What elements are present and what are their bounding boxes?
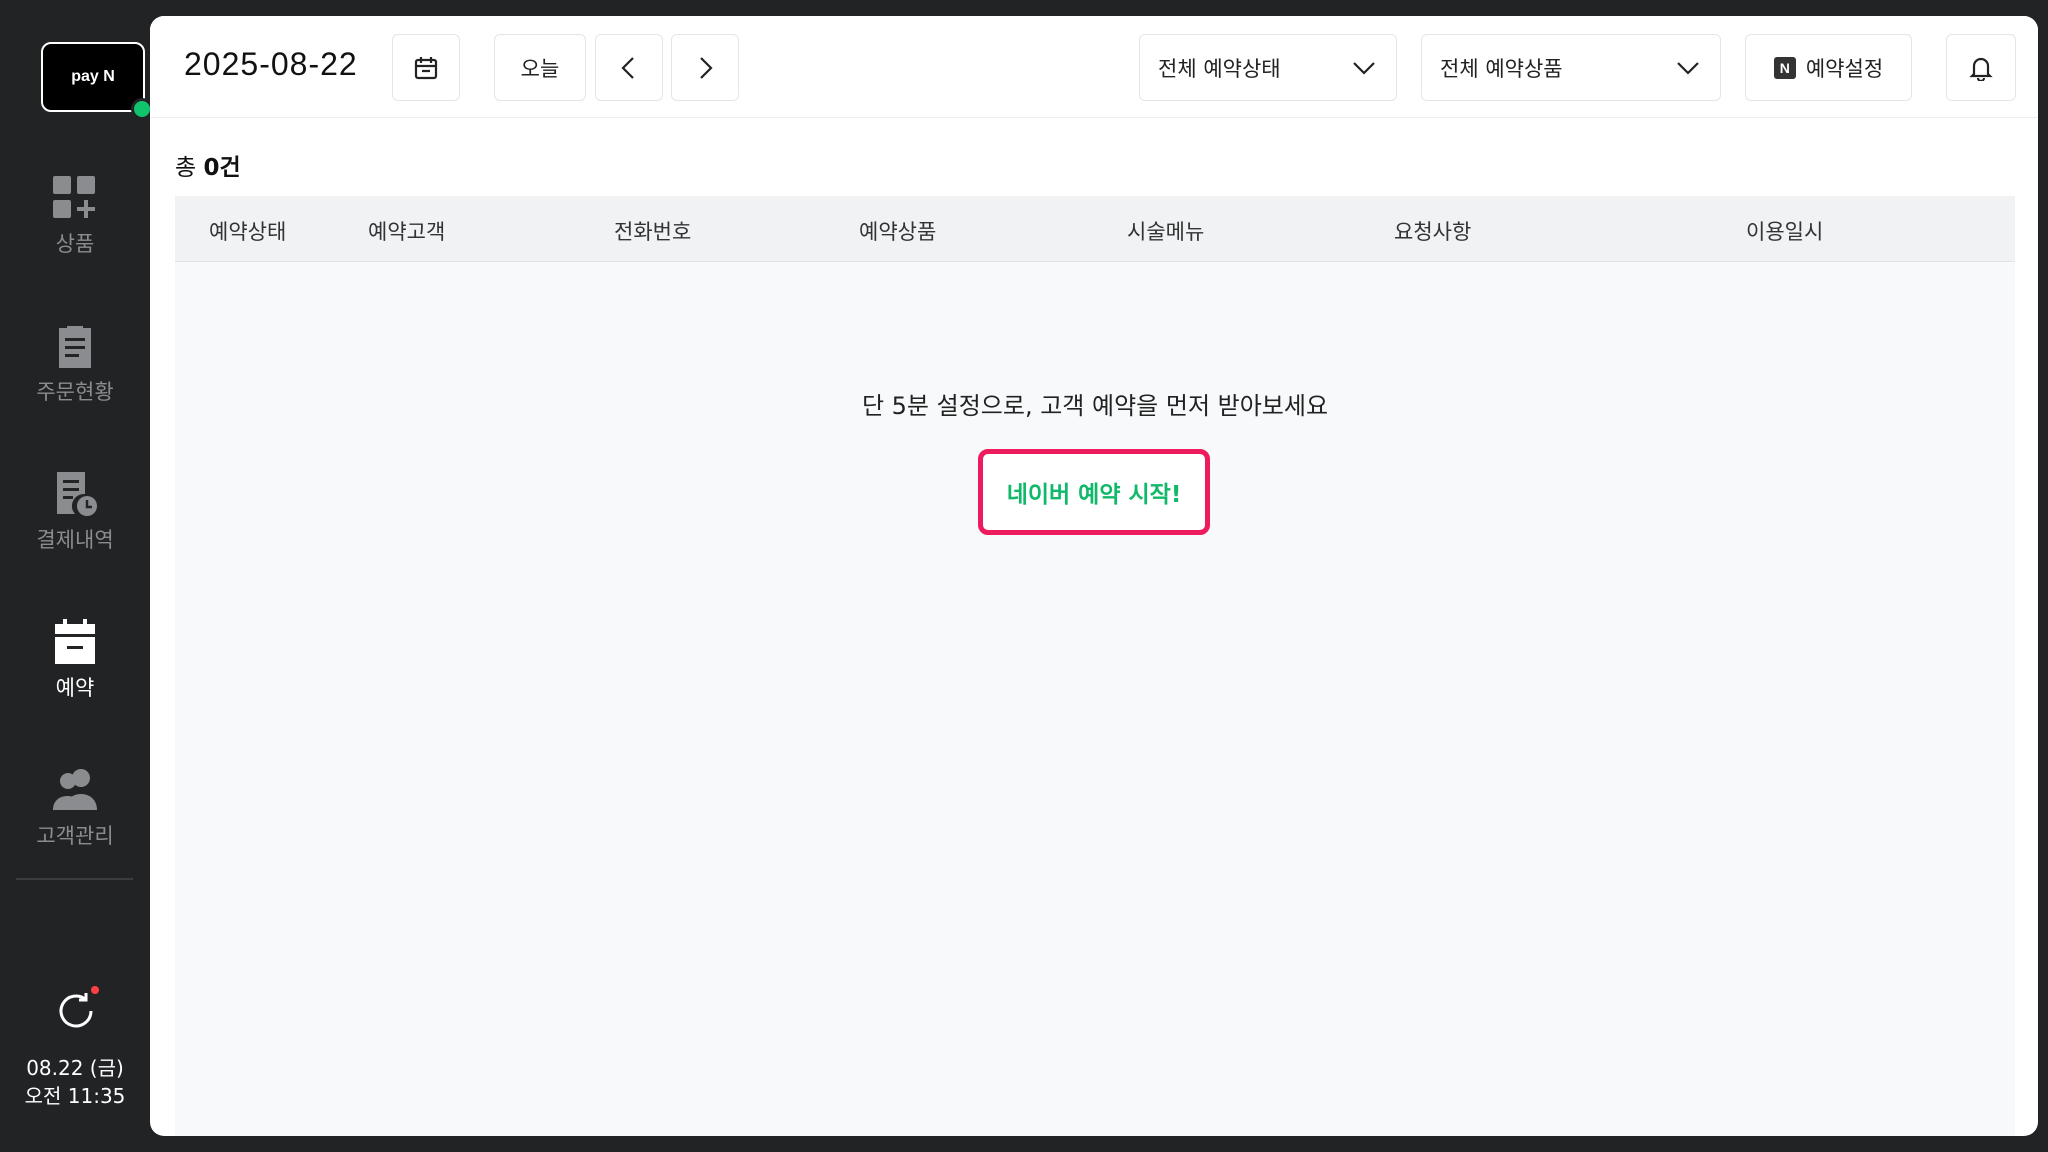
column-header: 예약상태 (209, 220, 287, 244)
sidebar-item-label: 결제내역 (36, 528, 114, 552)
column-header: 예약상품 (859, 220, 937, 244)
status-filter-select[interactable]: 전체 예약상태 (1139, 34, 1397, 101)
sidebar-divider (16, 878, 133, 880)
column-header: 요청사항 (1394, 220, 1472, 244)
calendar-icon (55, 619, 95, 664)
receipt-clock-icon (57, 472, 97, 516)
total-count: 총 0건 (175, 148, 241, 182)
chevron-down-icon (1677, 61, 1699, 75)
calendar-picker-button[interactable] (392, 34, 460, 101)
users-icon (53, 769, 97, 810)
total-prefix: 총 (175, 155, 197, 181)
total-count-value: 0건 (203, 155, 241, 181)
column-header: 예약고객 (368, 220, 446, 244)
refresh-icon (59, 993, 93, 1028)
empty-state-message: 단 5분 설정으로, 고객 예약을 먼저 받아보세요 (861, 392, 1329, 420)
sidebar-item-products[interactable]: 상품 (0, 174, 150, 284)
sidebar-item-orders[interactable]: 주문현황 (0, 322, 150, 432)
sidebar-item-label: 고객관리 (36, 824, 114, 848)
reservation-settings-button[interactable]: N 예약설정 (1745, 34, 1912, 101)
column-header: 시술메뉴 (1127, 220, 1205, 244)
today-label: 오늘 (520, 56, 560, 81)
notifications-button[interactable] (1946, 34, 2016, 101)
sidebar-time: 오전 11:35 (24, 1084, 126, 1108)
app-logo[interactable]: pay N (41, 42, 153, 120)
status-filter-value: 전체 예약상태 (1158, 56, 1281, 81)
table-header: 예약상태 예약고객 전화번호 예약상품 시술메뉴 요청사항 이용일시 (175, 196, 2015, 262)
logo-text: pay N (71, 68, 115, 85)
top-toolbar: 2025-08-22 오늘 전체 예약상태 전체 예약상품 N 예약설정 (150, 16, 2038, 118)
sidebar-item-label: 주문현황 (36, 380, 114, 404)
sidebar-item-reservations[interactable]: 예약 (0, 618, 150, 728)
settings-label: 예약설정 (1805, 56, 1884, 81)
current-date: 2025-08-22 (184, 46, 358, 82)
sidebar-item-label: 상품 (55, 232, 95, 256)
column-header: 이용일시 (1746, 220, 1824, 244)
grid-add-icon (53, 176, 95, 218)
start-button-label: 네이버 예약 시작! (1006, 482, 1182, 508)
column-header: 전화번호 (614, 220, 692, 244)
refresh-button[interactable] (55, 986, 99, 1032)
product-filter-select[interactable]: 전체 예약상품 (1421, 34, 1721, 101)
naver-icon: N (1773, 56, 1796, 79)
clipboard-icon (59, 326, 91, 368)
today-button[interactable]: 오늘 (494, 34, 586, 101)
main-panel: 2025-08-22 오늘 전체 예약상태 전체 예약상품 N 예약설정 총 0… (150, 16, 2038, 1136)
sidebar-item-payments[interactable]: 결제내역 (0, 470, 150, 580)
notification-dot (91, 986, 99, 994)
prev-date-button[interactable] (595, 34, 663, 101)
calendar-icon (414, 56, 438, 79)
product-filter-value: 전체 예약상품 (1440, 56, 1563, 81)
next-date-button[interactable] (671, 34, 739, 101)
sidebar-item-label: 예약 (55, 676, 95, 700)
sidebar-item-customers[interactable]: 고객관리 (0, 766, 150, 876)
sidebar-date: 08.22 (금) (26, 1056, 124, 1080)
start-naver-reservation-button[interactable]: 네이버 예약 시작! (978, 449, 1210, 535)
chevron-right-icon (700, 56, 713, 79)
sidebar: pay N 상품 주문현황 결제내역 예약 고객관리 08.22 (금) 오전 … (0, 0, 153, 1152)
chevron-down-icon (1353, 61, 1375, 75)
bell-icon (1969, 57, 1993, 81)
chevron-left-icon (621, 56, 634, 79)
table-body: 단 5분 설정으로, 고객 예약을 먼저 받아보세요 네이버 예약 시작! (175, 262, 2015, 1136)
